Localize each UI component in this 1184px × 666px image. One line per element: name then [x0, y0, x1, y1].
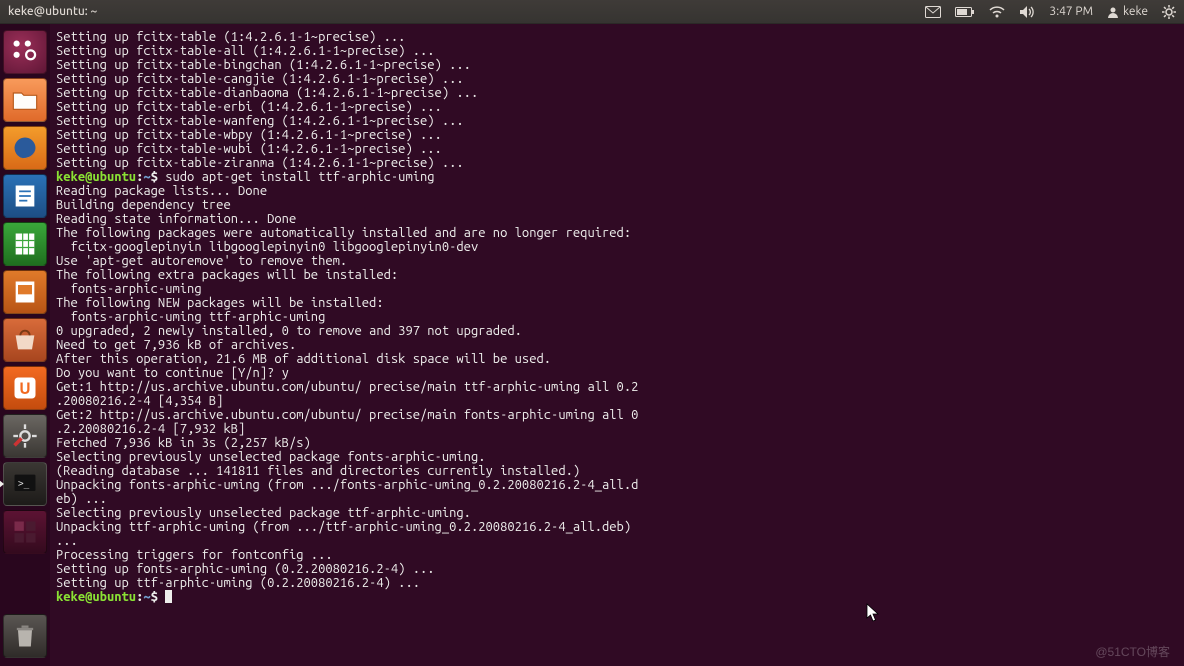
user-name: keke — [1123, 5, 1148, 18]
watermark: @51CTO博客 — [1095, 643, 1170, 660]
user-menu[interactable]: keke — [1107, 5, 1148, 18]
window-title: keke@ubuntu: ~ — [8, 5, 97, 18]
volume-icon[interactable] — [1019, 5, 1035, 19]
launcher-software-center[interactable] — [3, 318, 47, 362]
clock[interactable]: 3:47 PM — [1049, 5, 1093, 18]
launcher-firefox[interactable] — [3, 126, 47, 170]
top-menu-bar: keke@ubuntu: ~ 3:47 PM keke — [0, 0, 1184, 24]
launcher-writer[interactable] — [3, 174, 47, 218]
session-gear-icon[interactable] — [1162, 5, 1176, 19]
mail-icon[interactable] — [925, 6, 941, 18]
launcher-impress[interactable] — [3, 270, 47, 314]
svg-text:U: U — [19, 380, 30, 398]
network-icon[interactable] — [989, 5, 1005, 19]
terminal-content[interactable]: Setting up fcitx-table (1:4.2.6.1-1~prec… — [50, 24, 1184, 666]
unity-launcher: U >_ — [0, 24, 50, 666]
battery-icon[interactable] — [955, 7, 975, 17]
launcher-settings[interactable] — [3, 414, 47, 458]
launcher-ubuntu-one[interactable]: U — [3, 366, 47, 410]
launcher-dash[interactable] — [3, 30, 47, 74]
svg-text:>_: >_ — [18, 478, 30, 489]
launcher-files[interactable] — [3, 78, 47, 122]
launcher-trash[interactable] — [3, 614, 47, 658]
launcher-terminal[interactable]: >_ — [3, 462, 47, 506]
launcher-workspace-switcher[interactable] — [3, 510, 47, 554]
launcher-calc[interactable] — [3, 222, 47, 266]
